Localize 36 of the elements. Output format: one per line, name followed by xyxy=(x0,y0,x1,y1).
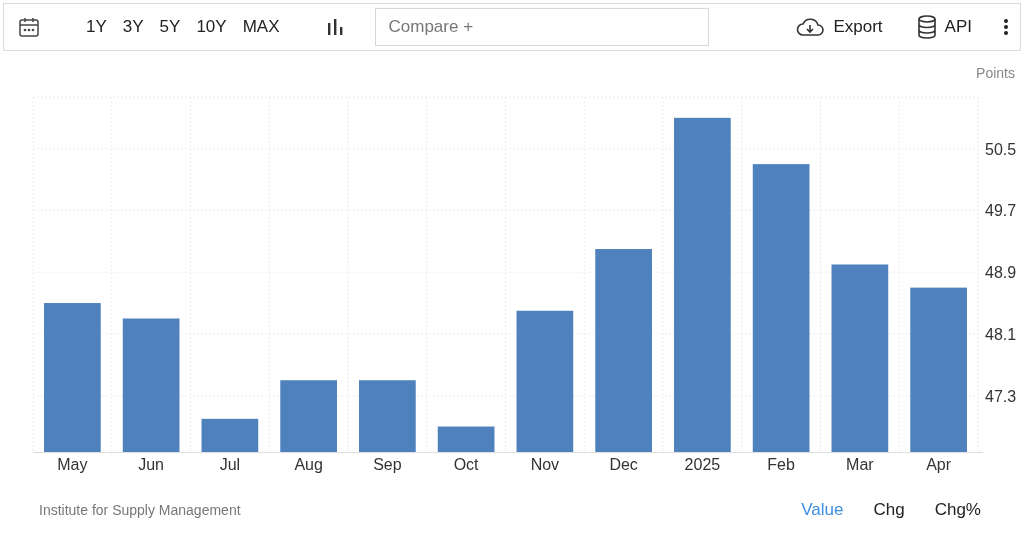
x-tick-label: Nov xyxy=(530,456,560,473)
compare-field[interactable]: Compare + xyxy=(375,8,710,46)
range-tab[interactable]: 5Y xyxy=(153,13,187,41)
range-tab[interactable]: 1Y xyxy=(80,13,113,41)
y-tick-label: 50.5 xyxy=(985,140,1017,158)
y-tick-label: 48.1 xyxy=(985,325,1017,343)
x-tick-label: Apr xyxy=(926,456,952,473)
x-tick-label: Jul xyxy=(219,456,241,473)
x-tick-label: Jun xyxy=(138,456,164,473)
database-icon xyxy=(916,15,937,39)
x-tick-label: Sep xyxy=(373,456,402,473)
x-tick-label: Aug xyxy=(294,456,323,473)
x-tick-label: Mar xyxy=(846,456,874,473)
bar xyxy=(280,380,337,452)
view-tab[interactable]: Chg xyxy=(869,498,909,522)
x-tick-label: Dec xyxy=(609,456,638,473)
range-tab[interactable]: 10Y xyxy=(190,13,233,41)
range-tab[interactable]: MAX xyxy=(236,13,286,41)
y-tick-label: 47.3 xyxy=(985,387,1017,405)
view-tab[interactable]: Chg% xyxy=(930,498,985,522)
api-button[interactable]: API xyxy=(910,11,978,43)
x-tick-label: 2025 xyxy=(684,456,721,473)
bar xyxy=(437,426,495,452)
y-tick-label: 49.7 xyxy=(985,202,1017,220)
x-tick-label: Oct xyxy=(453,456,479,473)
x-tick-label: May xyxy=(57,456,88,473)
bar xyxy=(359,380,416,452)
bar xyxy=(201,418,259,452)
cloud-download-icon xyxy=(795,16,826,38)
unit-label: Points xyxy=(976,65,1015,81)
range-tab[interactable]: 3Y xyxy=(116,13,150,41)
x-tick-label: Feb xyxy=(767,456,795,473)
source-text: Institute for Supply Management xyxy=(39,502,242,518)
y-tick-label: 48.9 xyxy=(985,264,1017,282)
export-button[interactable]: Export xyxy=(789,12,889,42)
calendar-icon[interactable] xyxy=(18,16,40,38)
